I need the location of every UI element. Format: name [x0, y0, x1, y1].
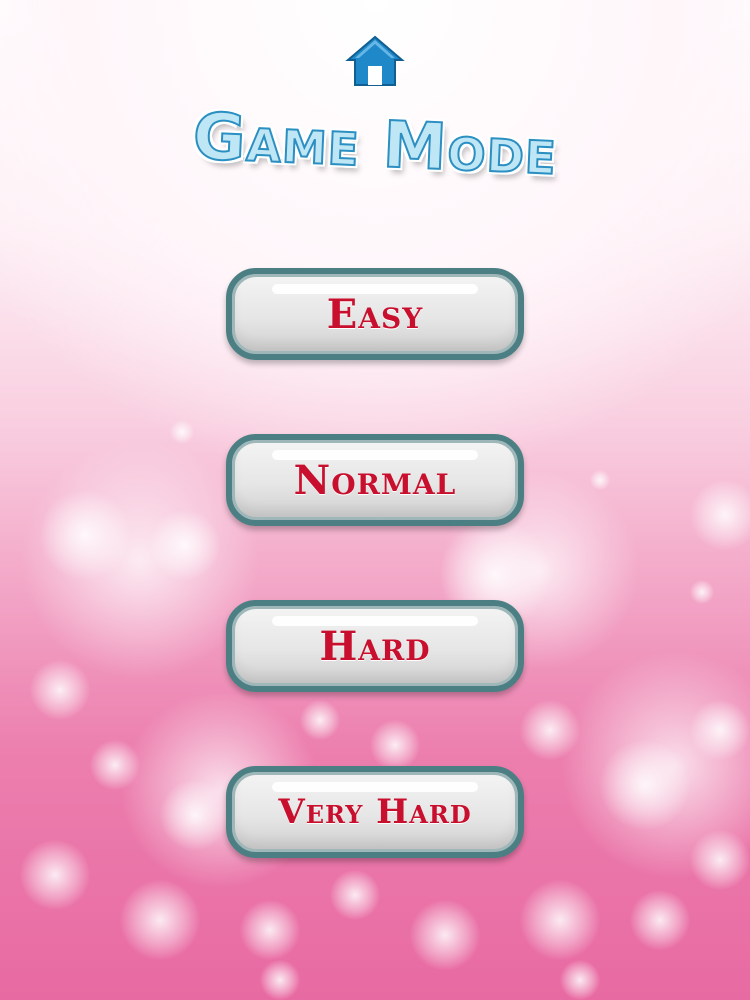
- hard-button[interactable]: Hard: [226, 600, 524, 692]
- hard-label: Hard: [319, 622, 431, 670]
- normal-label: Normal: [293, 456, 457, 504]
- very-hard-button[interactable]: Very Hard: [226, 766, 524, 858]
- easy-button[interactable]: Easy: [226, 268, 524, 360]
- easy-label: Easy: [326, 290, 424, 338]
- very-hard-label: Very Hard: [278, 792, 472, 832]
- mode-menu: Easy Normal Hard Very Hard: [0, 0, 750, 1000]
- normal-button[interactable]: Normal: [226, 434, 524, 526]
